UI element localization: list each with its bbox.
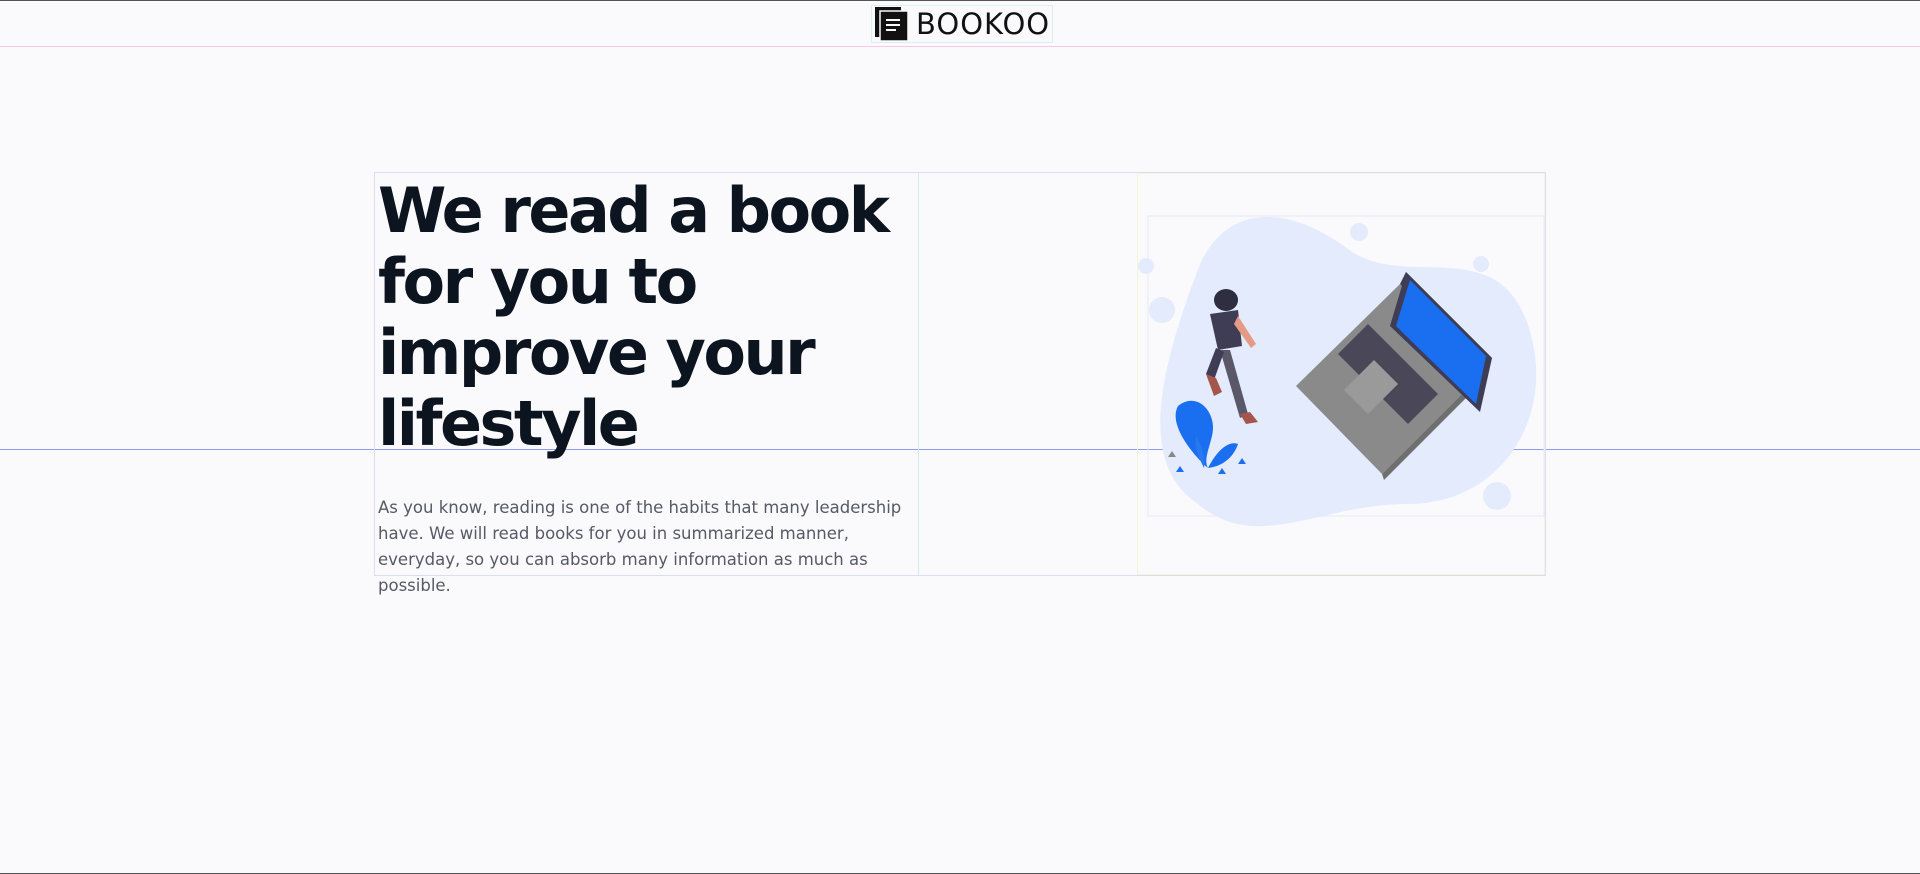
book-stack-icon (875, 7, 909, 42)
brand-name: BOOKOO (916, 7, 1051, 41)
brand-logo-link[interactable]: BOOKOO (871, 5, 1054, 43)
hero-description: As you know, reading is one of the habit… (378, 498, 902, 595)
hero-title: We read a book for you to improve your l… (378, 174, 890, 460)
site-header: BOOKOO (0, 1, 1920, 47)
hero-illustration (1137, 173, 1545, 575)
person-walking-beside-laptop-illustration (1138, 215, 1545, 527)
hero-text-column: We read a book for you to improve your l… (375, 173, 919, 595)
hero-section: We read a book for you to improve your l… (374, 172, 1546, 595)
